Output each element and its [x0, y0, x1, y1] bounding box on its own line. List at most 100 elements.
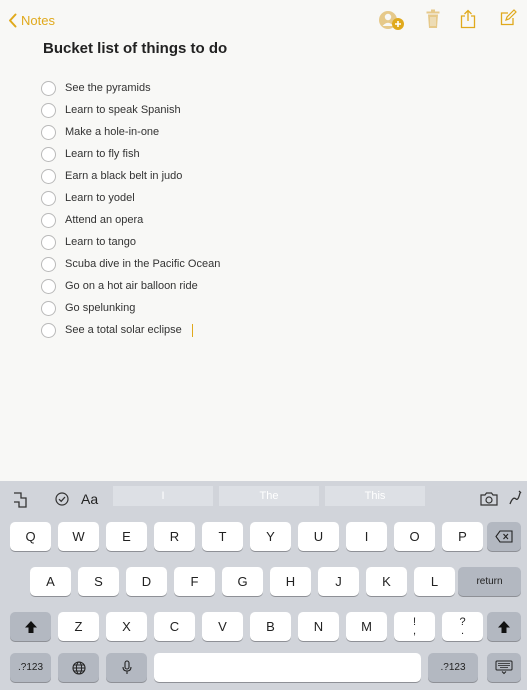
- checkbox-circle[interactable]: [41, 168, 56, 184]
- checklist-item[interactable]: Learn to speak Spanish: [41, 99, 220, 121]
- key-z[interactable]: Z: [58, 612, 99, 641]
- space-bar[interactable]: [154, 653, 421, 682]
- checklist-item-label: Earn a black belt in judo: [65, 170, 183, 182]
- checkbox-circle[interactable]: [41, 80, 56, 96]
- key-exclamation-comma[interactable]: !,: [394, 612, 435, 641]
- shift-icon: [498, 620, 510, 633]
- key-q[interactable]: Q: [10, 522, 51, 551]
- checkbox-circle[interactable]: [41, 146, 56, 162]
- key-m[interactable]: M: [346, 612, 387, 641]
- key-b[interactable]: B: [250, 612, 291, 641]
- add-people-icon[interactable]: [379, 9, 405, 31]
- key-u[interactable]: U: [298, 522, 339, 551]
- key-o[interactable]: O: [394, 522, 435, 551]
- return-key[interactable]: return: [458, 567, 521, 596]
- key-s[interactable]: S: [78, 567, 119, 596]
- checkbox-circle[interactable]: [41, 234, 56, 250]
- key-v[interactable]: V: [202, 612, 243, 641]
- checkbox-circle[interactable]: [41, 322, 56, 338]
- checklist-item[interactable]: Make a hole-in-one: [41, 121, 220, 143]
- checklist-item-label: Make a hole-in-one: [65, 126, 160, 138]
- checklist-item-label: Learn to speak Spanish: [65, 104, 181, 116]
- globe-icon: [71, 660, 86, 675]
- checklist-item-label: Learn to yodel: [65, 192, 135, 204]
- key-y[interactable]: Y: [250, 522, 291, 551]
- key-i[interactable]: I: [346, 522, 387, 551]
- undo-icon[interactable]: [12, 492, 28, 508]
- suggestion-3[interactable]: This: [325, 486, 425, 506]
- shift-key-right[interactable]: [487, 612, 521, 641]
- checklist-item-label: Learn to tango: [65, 236, 136, 248]
- checklist-item[interactable]: Attend an opera: [41, 209, 220, 231]
- globe-key[interactable]: [58, 653, 99, 682]
- checkbox-circle[interactable]: [41, 300, 56, 316]
- shift-icon: [24, 620, 37, 633]
- checklist-item-label: Learn to fly fish: [65, 148, 140, 160]
- key-lower-char: ,: [412, 624, 417, 637]
- trash-icon[interactable]: [426, 9, 440, 29]
- key-c[interactable]: C: [154, 612, 195, 641]
- checklist-item[interactable]: Go on a hot air balloon ride: [41, 275, 220, 297]
- microphone-icon: [121, 660, 132, 674]
- key-question-period[interactable]: ?.: [442, 612, 483, 641]
- key-k[interactable]: K: [366, 567, 407, 596]
- key-r[interactable]: R: [154, 522, 195, 551]
- compose-icon[interactable]: [500, 9, 517, 26]
- checklist-item[interactable]: Earn a black belt in judo: [41, 165, 220, 187]
- keyboard-dismiss-icon: [495, 660, 513, 675]
- checkbox-circle[interactable]: [41, 124, 56, 140]
- checkbox-circle[interactable]: [41, 256, 56, 272]
- key-j[interactable]: J: [318, 567, 359, 596]
- checkbox-circle[interactable]: [41, 190, 56, 206]
- key-f[interactable]: F: [174, 567, 215, 596]
- checklist-item-label: Attend an opera: [65, 214, 144, 226]
- checklist: See the pyramids Learn to speak Spanish …: [41, 77, 220, 341]
- key-a[interactable]: A: [30, 567, 71, 596]
- share-icon[interactable]: [460, 9, 476, 29]
- key-x[interactable]: X: [106, 612, 147, 641]
- dismiss-keyboard-key[interactable]: [487, 653, 521, 682]
- key-w[interactable]: W: [58, 522, 99, 551]
- numbers-key-left[interactable]: .?123: [10, 653, 51, 682]
- numbers-key-right[interactable]: .?123: [428, 653, 478, 682]
- key-t[interactable]: T: [202, 522, 243, 551]
- note-title: Bucket list of things to do: [43, 40, 228, 57]
- camera-icon[interactable]: [480, 492, 498, 506]
- back-button-label: Notes: [21, 12, 55, 28]
- note-editor[interactable]: Notes Bucket list of things to do See th…: [0, 0, 527, 481]
- checklist-item[interactable]: Learn to fly fish: [41, 143, 220, 165]
- suggestion-2[interactable]: The: [219, 486, 319, 506]
- format-button[interactable]: Aa: [81, 491, 98, 507]
- checklist-item-label: Go on a hot air balloon ride: [65, 280, 198, 292]
- delete-icon: [495, 530, 513, 543]
- back-button[interactable]: Notes: [8, 11, 55, 29]
- key-l[interactable]: L: [414, 567, 455, 596]
- checklist-item[interactable]: Scuba dive in the Pacific Ocean: [41, 253, 220, 275]
- checklist-item-label: Scuba dive in the Pacific Ocean: [65, 258, 221, 270]
- checklist-item[interactable]: Learn to tango: [41, 231, 220, 253]
- key-d[interactable]: D: [126, 567, 167, 596]
- key-n[interactable]: N: [298, 612, 339, 641]
- checklist-item[interactable]: See the pyramids: [41, 77, 220, 99]
- key-e[interactable]: E: [106, 522, 147, 551]
- checkbox-circle[interactable]: [41, 278, 56, 294]
- checklist-icon[interactable]: [55, 492, 69, 506]
- delete-key[interactable]: [487, 522, 521, 551]
- checklist-item[interactable]: See a total solar eclipse: [41, 319, 220, 341]
- dictation-key[interactable]: [106, 653, 147, 682]
- checklist-item[interactable]: Learn to yodel: [41, 187, 220, 209]
- navigation-bar: Notes: [0, 0, 527, 40]
- checkbox-circle[interactable]: [41, 212, 56, 228]
- checklist-item[interactable]: Go spelunking: [41, 297, 220, 319]
- key-g[interactable]: G: [222, 567, 263, 596]
- shift-key-left[interactable]: [10, 612, 51, 641]
- checklist-item-label: See the pyramids: [65, 82, 151, 94]
- quicktype-bar: Aa I The This: [0, 481, 527, 517]
- suggestion-1[interactable]: I: [113, 486, 213, 506]
- sketch-icon[interactable]: [508, 490, 522, 506]
- checklist-item-label: Go spelunking: [65, 302, 136, 314]
- checkbox-circle[interactable]: [41, 102, 56, 118]
- key-h[interactable]: H: [270, 567, 311, 596]
- key-p[interactable]: P: [442, 522, 483, 551]
- text-cursor: [191, 323, 193, 337]
